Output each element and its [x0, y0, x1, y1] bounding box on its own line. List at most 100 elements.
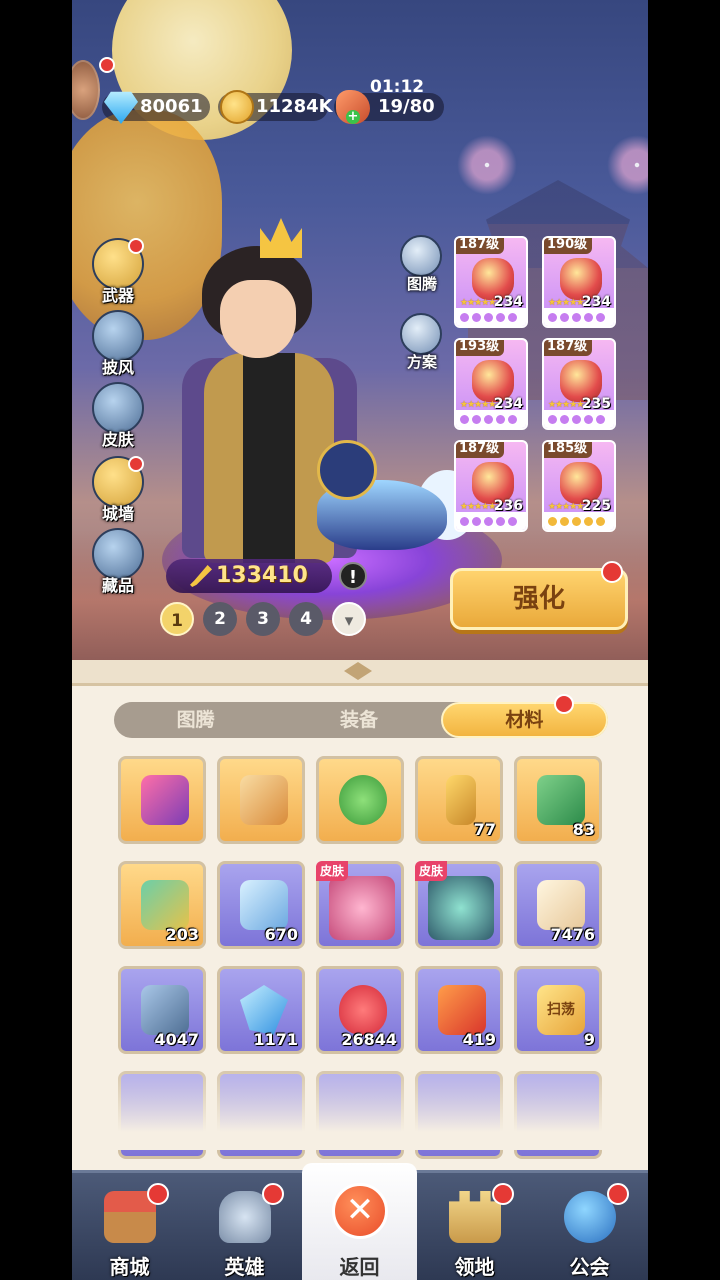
gem-slots [544, 410, 614, 428]
menu-wall[interactable]: 城墙 [90, 456, 146, 528]
menu-wall-label: 城墙 [101, 504, 134, 523]
skin-monster-icon [428, 876, 494, 940]
crown-icon [260, 218, 302, 258]
menu-totem[interactable]: 图腾 [394, 235, 450, 315]
page-1-button[interactable]: 1 [160, 602, 194, 636]
tab-materials[interactable]: 材料 [440, 694, 608, 738]
panel-header-ornament [72, 660, 648, 686]
player-avatar[interactable] [72, 60, 100, 120]
pet-character[interactable] [317, 440, 477, 570]
material-item[interactable]: 皮肤 [316, 861, 404, 949]
fire-ticket-icon [438, 985, 486, 1035]
material-item[interactable]: 203 [118, 861, 206, 949]
material-item[interactable]: 77 [415, 756, 503, 844]
material-item[interactable] [217, 756, 305, 844]
material-item[interactable]: 670 [217, 861, 305, 949]
tab-totem[interactable]: 图腾 [114, 702, 277, 738]
menu-weapon[interactable]: 武器 [90, 238, 146, 310]
notification-dot [147, 1183, 169, 1205]
item-count: 83 [572, 820, 595, 839]
equipment-slot[interactable]: 193级 ★★★★★ 234 [454, 338, 528, 430]
menu-skin-label: 皮肤 [101, 430, 134, 449]
notification-dot [492, 1183, 514, 1205]
equipment-level: 193级 [456, 340, 505, 356]
integral-card-icon [537, 880, 585, 930]
notification-dot [601, 561, 623, 583]
item-count: 7476 [550, 925, 595, 944]
loadout-icon [400, 313, 442, 355]
star-rating: ★★★★★ [460, 400, 496, 410]
diamond-icon [104, 91, 138, 124]
gold-counter[interactable]: 11284K [218, 90, 333, 124]
gold-count: 11284K [256, 96, 333, 117]
material-item[interactable]: 扫荡 9 [514, 966, 602, 1054]
nav-hero[interactable]: 英雄 [187, 1173, 302, 1280]
scroll-fade [72, 1060, 648, 1150]
firework [452, 130, 522, 200]
info-alert-icon[interactable]: ! [339, 562, 367, 590]
skin-tag: 皮肤 [415, 861, 448, 881]
menu-skin[interactable]: 皮肤 [90, 382, 146, 454]
page-3-button[interactable]: 3 [246, 602, 280, 636]
menu-loadout[interactable]: 方案 [394, 313, 450, 393]
add-stamina-icon[interactable]: + [346, 110, 360, 124]
material-item[interactable]: 皮肤 [415, 861, 503, 949]
material-item[interactable] [118, 756, 206, 844]
equipment-slot[interactable]: 187级 ★★★★★ 234 [454, 236, 528, 328]
menu-cape[interactable]: 披风 [90, 310, 146, 382]
equipment-level: 185级 [544, 442, 593, 458]
notification-dot [553, 694, 574, 714]
tab-materials-label: 材料 [505, 709, 544, 731]
nav-shop-label: 商城 [109, 1255, 150, 1279]
hero-face [220, 280, 296, 358]
menu-totem-label: 图腾 [406, 275, 437, 293]
notification-dot [128, 238, 144, 254]
material-item[interactable]: 419 [415, 966, 503, 1054]
equipment-slot[interactable]: 190级 ★★★★★ 234 [542, 236, 616, 328]
equipment-slot[interactable]: 187级 ★★★★★ 235 [542, 338, 616, 430]
nav-back-label: 返回 [339, 1255, 380, 1279]
material-item[interactable]: 26844 [316, 966, 404, 1054]
nav-guild[interactable]: 公会 [532, 1173, 647, 1280]
material-item[interactable]: 83 [514, 756, 602, 844]
heart-icon [339, 985, 387, 1035]
equipment-slot[interactable]: 187级 ★★★★★ 236 [454, 440, 528, 532]
nav-territory-label: 领地 [454, 1255, 495, 1279]
nav-shop[interactable]: 商城 [72, 1173, 187, 1280]
sword-icon [190, 565, 212, 587]
diamond-counter[interactable]: 80061 [102, 91, 210, 124]
crystal-icon [240, 985, 288, 1035]
material-item[interactable]: 4047 [118, 966, 206, 1054]
gem-slots [456, 410, 526, 428]
nav-territory[interactable]: 领地 [417, 1173, 532, 1280]
material-item[interactable]: 1171 [217, 966, 305, 1054]
pet-head [317, 440, 377, 500]
enhance-button[interactable]: 强化 [450, 561, 628, 630]
menu-collection[interactable]: 藏品 [90, 528, 146, 600]
music-card-icon [141, 775, 189, 825]
scroll-icon [240, 775, 288, 825]
nav-hero-label: 英雄 [224, 1255, 265, 1279]
totem-icon [400, 235, 442, 277]
material-item[interactable]: 7476 [514, 861, 602, 949]
avatar-notification-dot [99, 57, 115, 73]
page-2-button[interactable]: 2 [203, 602, 237, 636]
clover-icon [339, 775, 387, 825]
item-count: 26844 [341, 1030, 397, 1049]
star-rating: ★★★★★ [548, 400, 584, 410]
gem-slots [544, 512, 614, 530]
nav-back[interactable]: ✕ 返回 [302, 1163, 417, 1280]
page-4-button[interactable]: 4 [289, 602, 323, 636]
combat-power-value: 133410 [216, 563, 308, 588]
skin-girl-icon [329, 876, 395, 940]
chevron-down-icon[interactable]: ▾ [332, 602, 366, 636]
soccer-ticket-icon [537, 775, 585, 825]
game-screen: 80061 11284K 01:12 19/80 + 武器 披风 皮肤 城墙 藏… [72, 0, 648, 1280]
material-item[interactable] [316, 756, 404, 844]
gem-slots [544, 308, 614, 326]
tab-equipment[interactable]: 装备 [277, 702, 440, 738]
item-count: 4047 [154, 1030, 199, 1049]
notification-dot [607, 1183, 629, 1205]
sweep-ticket-icon: 扫荡 [537, 985, 585, 1035]
equipment-slot[interactable]: 185级 ★★★★★ 225 [542, 440, 616, 532]
